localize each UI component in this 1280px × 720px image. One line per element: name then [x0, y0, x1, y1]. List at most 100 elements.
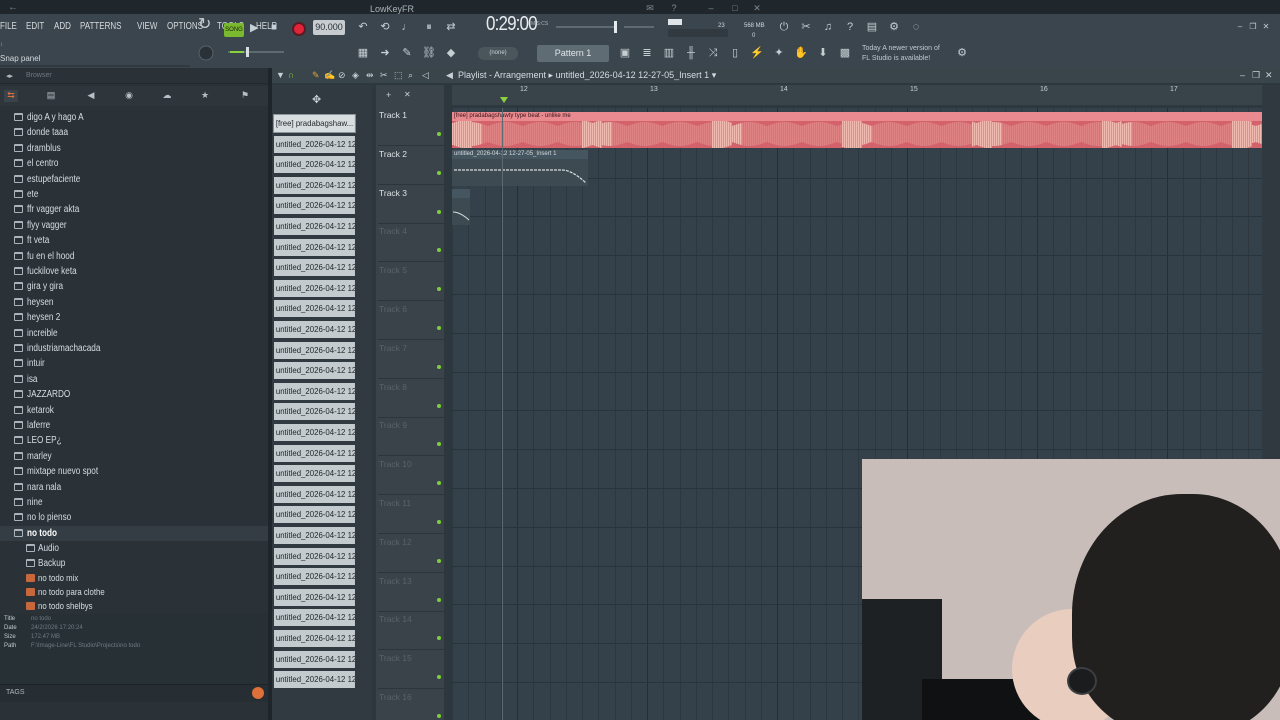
folder-item[interactable]: fu en el hood — [0, 249, 268, 264]
folder-item[interactable]: ketarok — [0, 403, 268, 418]
pattern-item[interactable]: untitled_2026-04-12 12-... — [274, 238, 355, 256]
menu-patterns[interactable]: PATTERNS — [80, 21, 121, 35]
zoom-tool-icon[interactable]: ⌕ — [408, 70, 413, 81]
snap-magnet-icon[interactable]: ∩ — [288, 70, 294, 80]
menu-view[interactable]: VIEW — [137, 21, 157, 35]
folder-item[interactable]: increible — [0, 326, 268, 341]
folder-item[interactable]: ete — [0, 187, 268, 202]
pitch-knob[interactable] — [197, 44, 215, 62]
automation-clip[interactable]: untitled_2026-04-12 12-27-05_Insert 1 — [452, 150, 588, 186]
favorites-tab-icon[interactable]: ★ — [198, 90, 212, 102]
automation-clip[interactable] — [452, 189, 470, 225]
song-time[interactable]: 0:29:00 — [486, 14, 538, 34]
track-header[interactable]: Track 15 — [378, 651, 444, 690]
channel-rack-icon[interactable]: ≣ — [639, 45, 655, 61]
store-icon[interactable]: ▩ — [837, 45, 853, 61]
pattern-item[interactable]: untitled_2026-04-12 12-... — [274, 527, 355, 544]
folder-item[interactable]: no todo — [0, 525, 268, 541]
song-mode-button[interactable]: SONG — [224, 23, 244, 37]
news-panel[interactable]: Today A newer version of FL Studio is av… — [862, 44, 940, 64]
playlist-icon[interactable]: ▣ — [617, 45, 633, 61]
pattern-item[interactable]: untitled_2026-04-12 12-... — [274, 671, 355, 689]
browser-arrows-icon[interactable]: ◂▸ — [6, 72, 13, 80]
track-header[interactable]: Track 5 — [378, 263, 444, 302]
mute-tool-icon[interactable]: ◈ — [352, 70, 359, 81]
subfolder-item[interactable]: Backup — [0, 556, 268, 571]
track-mute-led[interactable] — [437, 597, 441, 602]
pattern-item[interactable]: untitled_2026-04-12 12-... — [274, 341, 355, 359]
folder-item[interactable]: ft veta — [0, 233, 268, 248]
pattern-item[interactable]: untitled_2026-04-12 12-... — [274, 547, 355, 565]
folder-item[interactable]: fuckilove keta — [0, 264, 268, 279]
back-arrow-icon[interactable]: ← — [8, 2, 18, 13]
recent-tab-icon[interactable]: ◀ — [84, 90, 98, 102]
track-mute-led[interactable] — [437, 714, 441, 718]
playlist-close-icon[interactable]: ✕ — [1265, 70, 1273, 81]
folder-item[interactable]: industriamachacada — [0, 341, 268, 356]
search-icon[interactable] — [252, 687, 264, 699]
project-file-item[interactable]: no todo shelbys — [0, 599, 268, 614]
select-tool-icon[interactable]: ⬚ — [394, 70, 403, 81]
track-mute-led[interactable] — [437, 481, 441, 486]
folder-item[interactable]: JAZZARDO — [0, 387, 268, 402]
countdown-icon[interactable]: ⇄ — [443, 19, 459, 35]
pattern-item[interactable]: untitled_2026-04-12 12-... — [274, 485, 355, 503]
pattern-item[interactable]: untitled_2026-04-12 12-... — [274, 506, 355, 524]
subfolder-item[interactable]: Audio — [0, 541, 268, 556]
track-mute-led[interactable] — [437, 248, 441, 253]
microphone-icon[interactable]: ♫ — [820, 19, 836, 35]
menu-file[interactable]: FILE — [0, 21, 17, 35]
settings-icon[interactable]: ⚙ — [954, 45, 970, 61]
track-mute-led[interactable] — [437, 132, 441, 136]
pattern-picker-icon[interactable]: ✥ — [312, 93, 321, 106]
plug-icon[interactable]: ⚡ — [749, 45, 765, 61]
project-file-item[interactable]: no todo para clothe — [0, 585, 268, 600]
pattern-selector[interactable]: Pattern 1 — [537, 45, 609, 62]
record-button[interactable] — [292, 22, 306, 36]
playlist-minimize-icon[interactable]: – — [1240, 70, 1245, 80]
delete-tool-icon[interactable]: ⊘ — [338, 70, 346, 81]
wait-input-icon[interactable]: ⏸ — [421, 19, 437, 35]
pattern-item[interactable]: untitled_2026-04-12 12-... — [274, 609, 355, 627]
folder-item[interactable]: estupefaciente — [0, 172, 268, 187]
track-header[interactable]: Track 11 — [378, 496, 444, 534]
stamp-icon[interactable]: ◆ — [443, 45, 459, 61]
pattern-item[interactable]: untitled_2026-04-12 12-... — [274, 300, 355, 318]
snap-select[interactable]: (none) — [478, 47, 518, 60]
tempo-display[interactable]: 90.000 — [313, 20, 345, 35]
pattern-item[interactable]: untitled_2026-04-12 12-... — [274, 382, 355, 400]
folder-item[interactable]: heysen 2 — [0, 310, 268, 325]
track-header[interactable]: Track 3 — [378, 186, 444, 224]
maximize-icon[interactable]: □ — [730, 3, 740, 13]
track-header[interactable]: Track 13 — [378, 574, 444, 612]
folder-item[interactable]: marley — [0, 449, 268, 464]
arrow-right-icon[interactable]: ➜ — [377, 45, 393, 61]
cloud-tab-icon[interactable]: ☁ — [160, 90, 174, 102]
playhead-marker[interactable] — [500, 97, 508, 103]
pattern-item[interactable]: untitled_2026-04-12 12-... — [274, 176, 355, 194]
pencil-tool-icon[interactable]: ✎ — [312, 70, 320, 81]
track-header[interactable]: Track 16 — [378, 690, 444, 720]
app-close-icon[interactable]: ✕ — [1258, 19, 1274, 35]
track-header[interactable]: Track 7 — [378, 341, 444, 379]
plugin-database-tab-icon[interactable]: ◉ — [122, 90, 136, 102]
track-header[interactable]: Track 12 — [378, 535, 444, 573]
folder-item[interactable]: el centro — [0, 156, 268, 171]
pattern-item[interactable]: untitled_2026-04-12 12-... — [274, 444, 355, 462]
folder-item[interactable]: laferre — [0, 418, 268, 433]
tag-tab-icon[interactable]: ⚑ — [238, 90, 252, 102]
mail-icon[interactable]: ✉ — [645, 3, 655, 13]
stop-icon[interactable]: ■ — [271, 20, 277, 36]
download-icon[interactable]: ⬇ — [815, 45, 831, 61]
track-mute-led[interactable] — [437, 287, 441, 292]
master-volume-slider[interactable] — [556, 20, 656, 34]
pattern-item[interactable]: untitled_2026-04-12 12-... — [274, 630, 355, 647]
folder-item[interactable]: nara nala — [0, 480, 268, 495]
chat-icon[interactable]: ◌ — [908, 19, 924, 35]
pattern-item[interactable]: untitled_2026-04-12 12-... — [274, 321, 355, 338]
tools-icon[interactable]: ✂ — [798, 19, 814, 35]
undo-icon[interactable]: ↶ — [355, 19, 371, 35]
track-header[interactable]: Track 2 — [378, 147, 444, 185]
track-mute-led[interactable] — [437, 520, 441, 524]
folder-item[interactable]: intuir — [0, 356, 268, 371]
